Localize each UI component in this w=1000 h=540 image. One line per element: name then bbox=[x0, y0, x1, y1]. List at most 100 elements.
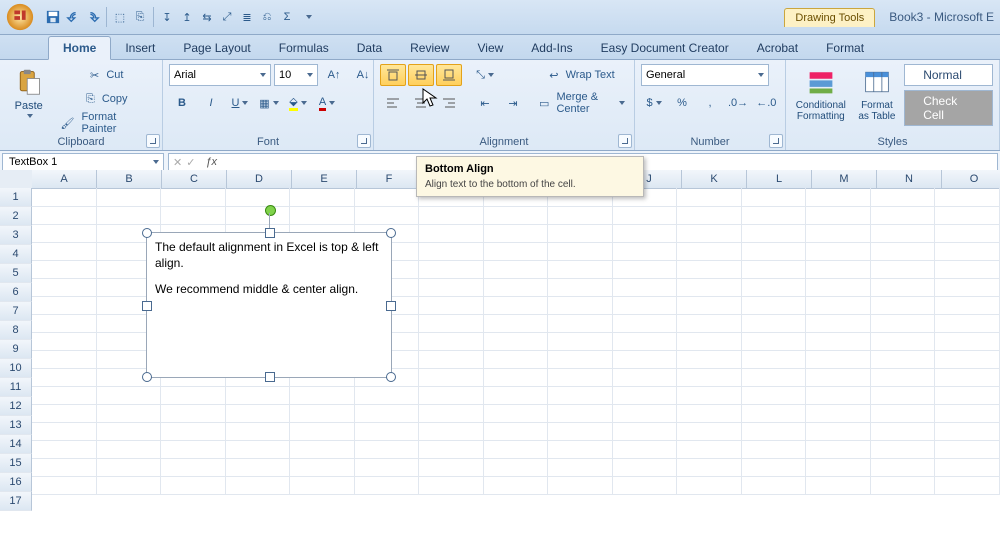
autosum-icon[interactable]: Σ bbox=[278, 8, 296, 26]
cell[interactable] bbox=[226, 386, 291, 405]
increase-decimal-button[interactable]: .0→ bbox=[725, 92, 751, 114]
qat-icon[interactable]: ≣ bbox=[238, 8, 256, 26]
cell[interactable] bbox=[613, 314, 678, 333]
fill-color-button[interactable]: ⬙ bbox=[285, 92, 311, 114]
text-box-content[interactable]: The default alignment in Excel is top & … bbox=[147, 233, 391, 304]
border-button[interactable]: ▦ bbox=[256, 92, 282, 114]
increase-indent-button[interactable]: ⇥ bbox=[500, 92, 526, 114]
row-header[interactable]: 3 bbox=[0, 226, 32, 245]
cell[interactable] bbox=[742, 296, 807, 315]
cell[interactable] bbox=[742, 242, 807, 261]
qat-icon[interactable]: ⎌ bbox=[258, 8, 276, 26]
percent-button[interactable]: % bbox=[669, 92, 695, 114]
column-header[interactable]: B bbox=[97, 170, 162, 189]
decrease-decimal-button[interactable]: ←.0 bbox=[753, 92, 779, 114]
cell[interactable] bbox=[742, 476, 807, 495]
cell[interactable] bbox=[548, 206, 613, 225]
cell[interactable] bbox=[935, 224, 1000, 243]
cell[interactable] bbox=[677, 206, 742, 225]
cell[interactable] bbox=[806, 296, 871, 315]
cell[interactable] bbox=[935, 278, 1000, 297]
resize-handle[interactable] bbox=[142, 301, 152, 311]
row-header[interactable]: 12 bbox=[0, 397, 32, 416]
middle-align-button[interactable] bbox=[408, 64, 434, 86]
cell[interactable] bbox=[871, 422, 936, 441]
cell[interactable] bbox=[613, 368, 678, 387]
cell[interactable] bbox=[871, 440, 936, 459]
row-header[interactable]: 14 bbox=[0, 435, 32, 454]
cell[interactable] bbox=[32, 440, 97, 459]
cell[interactable] bbox=[548, 260, 613, 279]
cell[interactable] bbox=[161, 188, 226, 207]
cell[interactable] bbox=[677, 296, 742, 315]
resize-handle[interactable] bbox=[386, 372, 396, 382]
cell[interactable] bbox=[871, 350, 936, 369]
rotation-handle[interactable] bbox=[265, 205, 276, 216]
cell-style-check-cell[interactable]: Check Cell bbox=[904, 90, 993, 126]
cell[interactable] bbox=[935, 314, 1000, 333]
resize-handle[interactable] bbox=[142, 372, 152, 382]
name-box[interactable] bbox=[2, 153, 164, 171]
cell[interactable] bbox=[677, 332, 742, 351]
column-header[interactable]: E bbox=[292, 170, 357, 189]
row-header[interactable]: 9 bbox=[0, 340, 32, 359]
text-box-shape[interactable]: The default alignment in Excel is top & … bbox=[146, 232, 392, 378]
cell[interactable] bbox=[742, 260, 807, 279]
cell[interactable] bbox=[161, 440, 226, 459]
cell[interactable] bbox=[613, 458, 678, 477]
cell[interactable] bbox=[419, 350, 484, 369]
cell[interactable] bbox=[355, 458, 420, 477]
qat-icon[interactable]: ⤢ bbox=[218, 8, 236, 26]
cell[interactable] bbox=[32, 422, 97, 441]
cell[interactable] bbox=[613, 350, 678, 369]
cell[interactable] bbox=[742, 278, 807, 297]
row-header[interactable]: 13 bbox=[0, 416, 32, 435]
cell[interactable] bbox=[226, 404, 291, 423]
cell[interactable] bbox=[806, 242, 871, 261]
cell[interactable] bbox=[613, 332, 678, 351]
cell[interactable] bbox=[419, 404, 484, 423]
cell[interactable] bbox=[677, 440, 742, 459]
row-header[interactable]: 11 bbox=[0, 378, 32, 397]
tab-data[interactable]: Data bbox=[343, 37, 396, 59]
cell[interactable] bbox=[32, 296, 97, 315]
cell[interactable] bbox=[613, 206, 678, 225]
cell[interactable] bbox=[742, 188, 807, 207]
cell[interactable] bbox=[677, 422, 742, 441]
cell[interactable] bbox=[548, 332, 613, 351]
cell[interactable] bbox=[290, 422, 355, 441]
cell[interactable] bbox=[32, 332, 97, 351]
cell[interactable] bbox=[806, 476, 871, 495]
cell[interactable] bbox=[742, 206, 807, 225]
comma-button[interactable]: , bbox=[697, 92, 723, 114]
dialog-launcher-icon[interactable] bbox=[357, 134, 371, 148]
row-header[interactable]: 5 bbox=[0, 264, 32, 283]
cell-style-normal[interactable]: Normal bbox=[904, 64, 993, 86]
cell[interactable] bbox=[419, 422, 484, 441]
bottom-align-button[interactable] bbox=[436, 64, 462, 86]
column-header[interactable]: M bbox=[812, 170, 877, 189]
cell[interactable] bbox=[32, 386, 97, 405]
cell[interactable] bbox=[806, 332, 871, 351]
cell[interactable] bbox=[742, 350, 807, 369]
cell[interactable] bbox=[935, 332, 1000, 351]
cell[interactable] bbox=[484, 296, 549, 315]
format-painter-button[interactable]: 🖌 Format Painter bbox=[57, 112, 156, 134]
cell[interactable] bbox=[484, 404, 549, 423]
cell[interactable] bbox=[806, 206, 871, 225]
cell[interactable] bbox=[871, 206, 936, 225]
cell[interactable] bbox=[97, 422, 162, 441]
cell[interactable] bbox=[484, 368, 549, 387]
cell[interactable] bbox=[677, 458, 742, 477]
cell[interactable] bbox=[548, 440, 613, 459]
cell[interactable] bbox=[419, 458, 484, 477]
cell[interactable] bbox=[613, 242, 678, 261]
cell[interactable] bbox=[32, 224, 97, 243]
cell[interactable] bbox=[935, 458, 1000, 477]
tab-acrobat[interactable]: Acrobat bbox=[743, 37, 812, 59]
cell[interactable] bbox=[32, 350, 97, 369]
cell[interactable] bbox=[32, 188, 97, 207]
cell[interactable] bbox=[484, 476, 549, 495]
cell[interactable] bbox=[677, 476, 742, 495]
cell[interactable] bbox=[32, 242, 97, 261]
